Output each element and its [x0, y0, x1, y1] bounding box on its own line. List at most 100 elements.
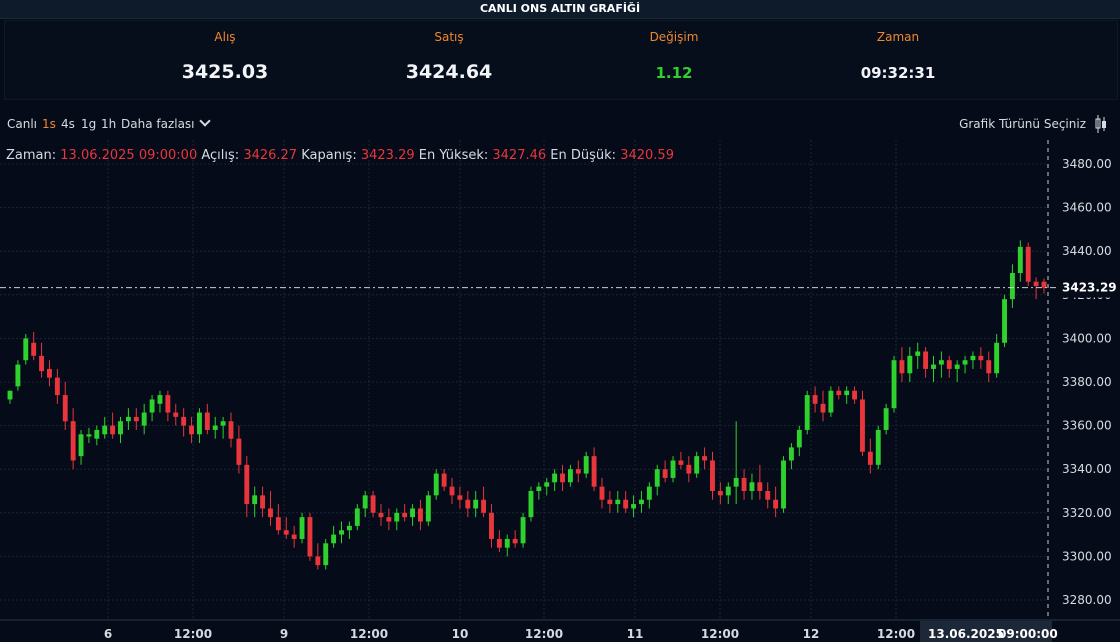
candle-body — [702, 456, 708, 461]
candle-body — [804, 395, 810, 430]
ohlc-time-value: 13.06.2025 09:00:00 — [60, 148, 198, 163]
ohlc-high-label: En Yüksek: — [418, 148, 489, 163]
candle-body — [796, 429, 802, 448]
candle-body — [567, 469, 573, 483]
candle-body — [875, 429, 881, 465]
candle-body — [465, 499, 471, 509]
candle-body — [733, 477, 739, 487]
candle-body — [1033, 281, 1039, 287]
y-tick-label: 3380.00 — [1062, 375, 1112, 389]
candle-body — [299, 517, 305, 539]
ohlc-low-label: En Düşük: — [550, 148, 617, 163]
candle-body — [339, 530, 344, 535]
candle-body — [425, 495, 431, 522]
candle-body — [970, 355, 976, 361]
y-tick-label: 3320.00 — [1062, 506, 1112, 520]
candle-body — [820, 403, 826, 413]
candle-body — [757, 482, 763, 491]
candle-body — [410, 508, 415, 518]
candle-body — [852, 390, 858, 400]
candle-body — [860, 399, 865, 452]
x-tick-label: 9 — [280, 627, 288, 641]
candle-body — [962, 360, 968, 365]
candle-body — [165, 395, 171, 413]
candle-body — [528, 491, 534, 518]
ohlc-time-label: Zaman: — [6, 148, 57, 163]
candle-body — [749, 482, 755, 491]
candle-body — [496, 538, 502, 548]
candle-body — [686, 464, 692, 474]
candle-body — [1041, 281, 1047, 288]
interval-4s-button[interactable]: 4s — [61, 117, 75, 131]
candle-body — [954, 364, 960, 369]
candle-body — [623, 499, 629, 509]
interval-1g-button[interactable]: 1g — [81, 117, 96, 131]
x-tick-label: 12:00 — [350, 627, 388, 641]
candle-body — [923, 351, 929, 369]
candle-body — [891, 360, 897, 409]
x-tick-label: 12:00 — [525, 627, 563, 641]
candle-body — [646, 486, 652, 500]
candle-body — [346, 525, 352, 531]
candle-body — [836, 390, 842, 396]
more-intervals-dropdown[interactable]: Daha fazlası — [121, 115, 211, 131]
candle-body — [331, 534, 337, 544]
candle-body — [504, 538, 510, 548]
candle-body — [575, 469, 581, 474]
candle-body — [157, 395, 163, 404]
candle-body — [86, 434, 92, 437]
candle-body — [552, 473, 558, 483]
candle-body — [31, 342, 37, 356]
x-tick-label: 12:00 — [174, 627, 212, 641]
candle-body — [394, 512, 400, 522]
candle-body — [1025, 246, 1031, 282]
candle-body — [441, 473, 447, 487]
candle-body — [354, 508, 360, 526]
candle-body — [520, 517, 526, 544]
candle-body — [370, 495, 376, 513]
candle-body — [946, 360, 952, 369]
candle-body — [615, 499, 621, 505]
candle-body — [283, 530, 289, 535]
candle-body — [583, 456, 589, 474]
candle-body — [788, 447, 794, 461]
candle-body — [867, 451, 873, 465]
crosshair-time-label: 13.06.2025 — [928, 627, 1004, 641]
candle-body — [710, 460, 715, 491]
candle-body — [402, 512, 408, 518]
candle-body — [307, 517, 313, 557]
candle-body — [1017, 246, 1023, 273]
y-tick-label: 3440.00 — [1062, 244, 1112, 258]
candle-body — [39, 355, 45, 372]
interval-live-button[interactable]: Canlı — [7, 117, 37, 131]
candle-body — [812, 395, 818, 404]
candle-body — [212, 425, 218, 430]
x-tick-label: 11 — [627, 627, 644, 641]
candle-body — [560, 473, 565, 483]
interval-1s-button[interactable]: 1s — [42, 117, 56, 131]
candle-body — [386, 517, 392, 522]
candle-body — [141, 412, 147, 426]
candle-body — [994, 342, 1000, 374]
interval-1h-button[interactable]: 1h — [101, 117, 116, 131]
candle-body — [512, 538, 518, 544]
candle-body — [54, 377, 60, 396]
candle-body — [275, 517, 281, 531]
chart-type-select[interactable]: Grafik Türünü Seçiniz — [959, 117, 1086, 131]
candle-body — [662, 469, 668, 478]
candle-body — [654, 469, 660, 487]
candlestick-icon[interactable] — [1094, 114, 1108, 137]
candle-body — [717, 491, 723, 496]
candle-body — [70, 421, 76, 461]
candle-body — [883, 408, 889, 430]
candle-body — [457, 495, 463, 500]
x-tick-label: 12:00 — [877, 627, 915, 641]
candle-body — [938, 360, 944, 365]
candle-body — [189, 425, 194, 435]
candle-body — [417, 508, 423, 522]
candle-body — [323, 543, 329, 566]
candlestick-chart[interactable]: 3480.003460.003440.003420.003400.003380.… — [0, 0, 1120, 642]
candle-body — [228, 421, 234, 439]
candle-body — [1002, 299, 1007, 343]
candle-body — [125, 416, 131, 422]
